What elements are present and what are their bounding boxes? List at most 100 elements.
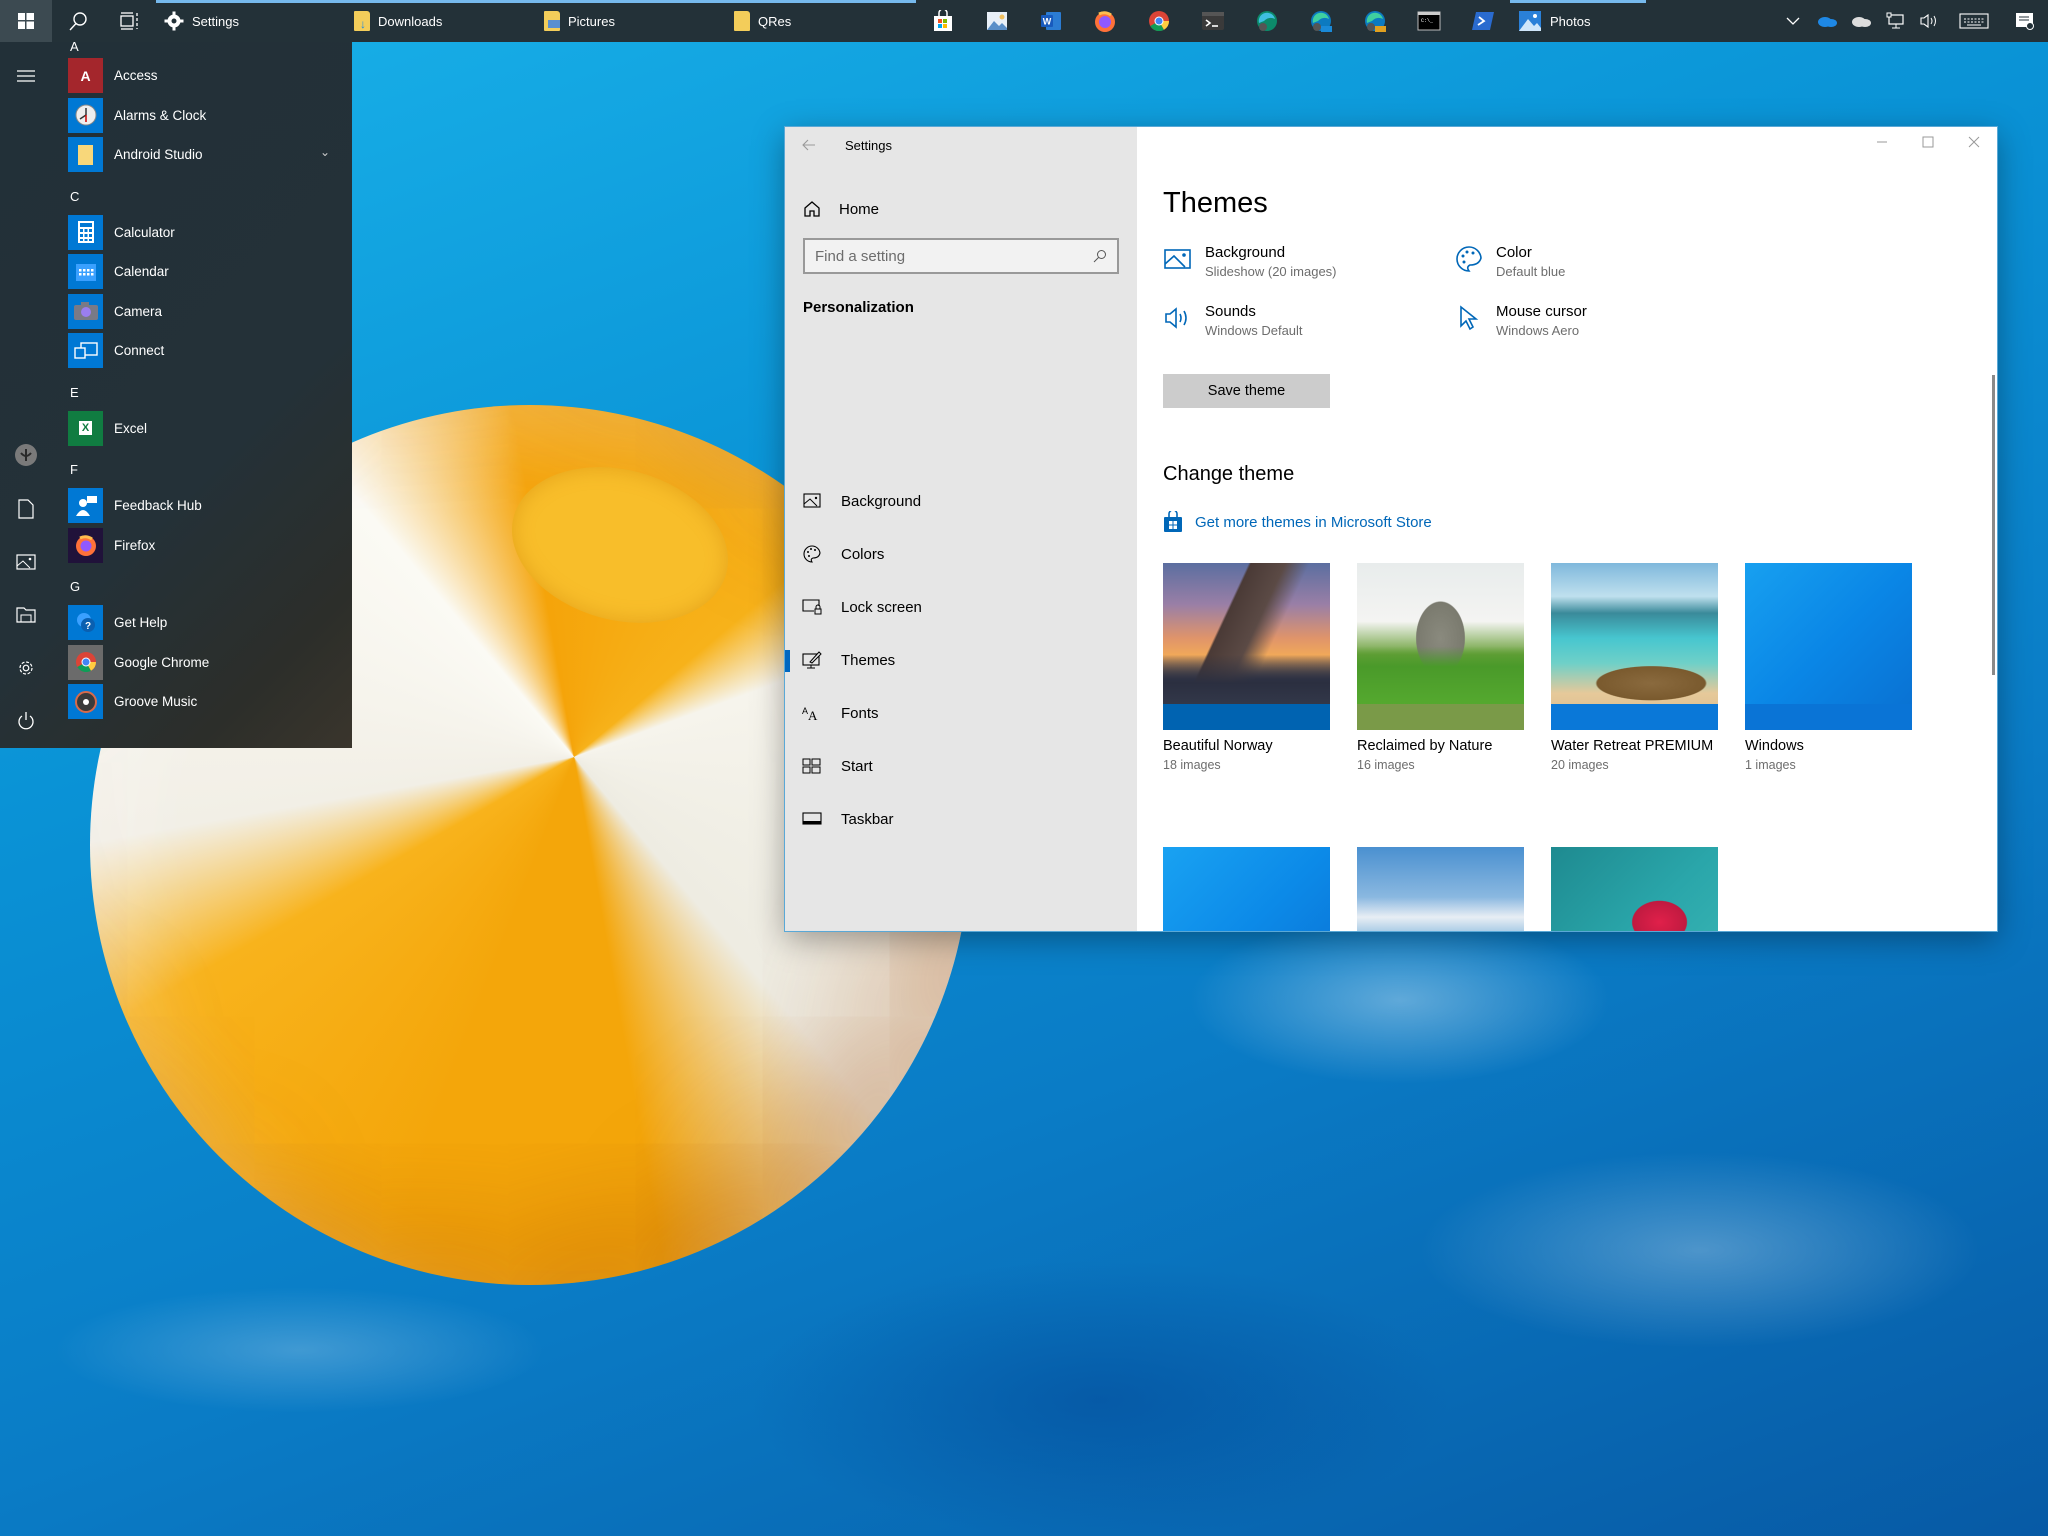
app-alarms-clock[interactable]: Alarms & Clock [68,96,352,136]
nav-item-lock-screen[interactable]: Lock screen [785,581,1137,633]
theme-card-beautiful-norway[interactable]: Beautiful Norway 18 images [1163,563,1330,772]
app-connect[interactable]: Connect [68,331,352,371]
nav-item-start[interactable]: Start [785,740,1137,792]
theme-property-background[interactable]: Background Slideshow (20 images) [1163,244,1337,282]
pinned-command-prompt[interactable]: C:\_ [1402,0,1456,42]
back-button[interactable] [785,128,833,162]
maximize-button[interactable] [1905,127,1951,157]
chevron-down-icon[interactable]: ⌄ [320,145,330,159]
pinned-word[interactable]: W [1024,0,1078,42]
pinned-terminal[interactable] [1186,0,1240,42]
onedrive-button[interactable] [1810,0,1844,42]
action-center-button[interactable] [2002,0,2048,42]
taskbar-app-pictures[interactable]: Pictures [536,0,726,42]
group-header-g[interactable]: G [68,565,352,603]
feedback-hub-icon [68,488,103,524]
property-value: Default blue [1496,264,1566,279]
app-android-studio[interactable]: Android Studio ⌄ [68,135,352,175]
power-button[interactable] [0,697,52,745]
settings-nav-pane: Settings Home Personalization Background… [785,127,1137,931]
volume-button[interactable] [1912,0,1946,42]
search-input[interactable] [815,247,1093,265]
nav-item-fonts[interactable]: AA Fonts [785,687,1137,739]
pinned-microsoft-store[interactable] [916,0,970,42]
pictures-button[interactable] [0,538,52,586]
theme-card-reclaimed-by-nature[interactable]: Reclaimed by Nature 16 images [1357,563,1524,772]
microsoft-store-link[interactable]: Get more themes in Microsoft Store [1163,511,1432,533]
pinned-edge-canary[interactable] [1348,0,1402,42]
content-scrollbar[interactable] [1992,375,1995,675]
taskbar-app-downloads[interactable]: ↓ Downloads [346,0,536,42]
group-header-f[interactable]: F [68,448,352,486]
theme-property-mouse-cursor[interactable]: Mouse cursor Windows Aero [1454,303,1587,341]
nav-item-taskbar[interactable]: Taskbar [785,793,1137,845]
network-button[interactable] [1878,0,1912,42]
app-google-chrome[interactable]: Google Chrome [68,643,352,683]
pinned-powershell[interactable] [1456,0,1510,42]
nav-item-colors[interactable]: Colors [785,528,1137,580]
search-button[interactable] [52,0,104,42]
property-value: Windows Default [1205,323,1303,338]
taskbar-app-photos[interactable]: Photos [1510,0,1646,42]
pinned-chrome[interactable] [1132,0,1186,42]
svg-text:W: W [1043,17,1052,27]
settings-button[interactable] [0,644,52,692]
theme-card-coast[interactable] [1357,847,1524,931]
onedrive-personal-button[interactable] [1844,0,1878,42]
app-firefox[interactable]: Firefox [68,526,352,566]
pinned-edge-beta[interactable] [1294,0,1348,42]
nav-item-themes[interactable]: Themes [785,634,1137,686]
pinned-edge-dev[interactable] [1240,0,1294,42]
powershell-icon [1472,12,1494,30]
fonts-icon: AA [801,702,823,724]
theme-card-flowers[interactable] [1551,847,1718,931]
close-button[interactable] [1951,127,1997,157]
app-feedback-hub[interactable]: Feedback Hub [68,486,352,526]
minimize-button[interactable] [1859,127,1905,157]
user-avatar-icon [15,444,37,466]
document-icon [18,499,34,519]
group-header-c[interactable]: C [68,175,352,213]
folder-icon [68,137,103,173]
theme-property-sounds[interactable]: Sounds Windows Default [1163,303,1303,341]
app-excel[interactable]: X Excel [68,409,352,449]
app-access[interactable]: A Access [68,56,352,96]
search-field[interactable] [803,238,1119,274]
themes-icon [801,649,823,671]
documents-button[interactable] [0,485,52,533]
search-icon[interactable] [1093,249,1107,263]
user-account-button[interactable] [0,431,52,479]
theme-card-water-retreat[interactable]: Water Retreat PREMIUM 20 images [1551,563,1718,772]
pinned-photo-editor[interactable] [970,0,1024,42]
edge-dev-icon [1257,11,1277,31]
app-camera[interactable]: Camera [68,292,352,332]
property-value: Windows Aero [1496,323,1580,338]
task-view-button[interactable] [104,0,156,42]
app-get-help[interactable]: ? Get Help [68,603,352,643]
start-button[interactable] [0,0,52,42]
nav-item-background[interactable]: Background [785,475,1137,527]
save-theme-button[interactable]: Save theme [1163,374,1330,408]
taskbar-app-settings[interactable]: Settings [156,0,346,42]
pinned-firefox[interactable] [1078,0,1132,42]
group-header-a[interactable]: A [68,40,352,56]
edge-beta-icon [1311,11,1332,32]
app-groove-music[interactable]: Groove Music [68,682,352,722]
app-calculator[interactable]: Calculator [68,213,352,253]
expand-menu-button[interactable] [0,52,52,100]
show-hidden-icons-button[interactable] [1776,0,1810,42]
touch-keyboard-button[interactable] [1946,0,2002,42]
taskbar-app-label: Settings [192,13,239,29]
taskbar-app-label: Photos [1550,13,1591,29]
theme-property-color[interactable]: Color Default blue [1454,244,1565,282]
theme-card-windows-light[interactable] [1163,847,1330,931]
microsoft-store-icon [934,10,952,31]
search-icon [69,12,87,31]
file-explorer-button[interactable] [0,591,52,639]
taskbar-app-qres[interactable]: QRes [726,0,916,42]
photos-icon [1519,11,1541,31]
nav-home[interactable]: Home [803,193,879,225]
theme-card-windows[interactable]: Windows 1 images [1745,563,1912,772]
app-calendar[interactable]: Calendar [68,252,352,292]
group-header-e[interactable]: E [68,371,352,409]
